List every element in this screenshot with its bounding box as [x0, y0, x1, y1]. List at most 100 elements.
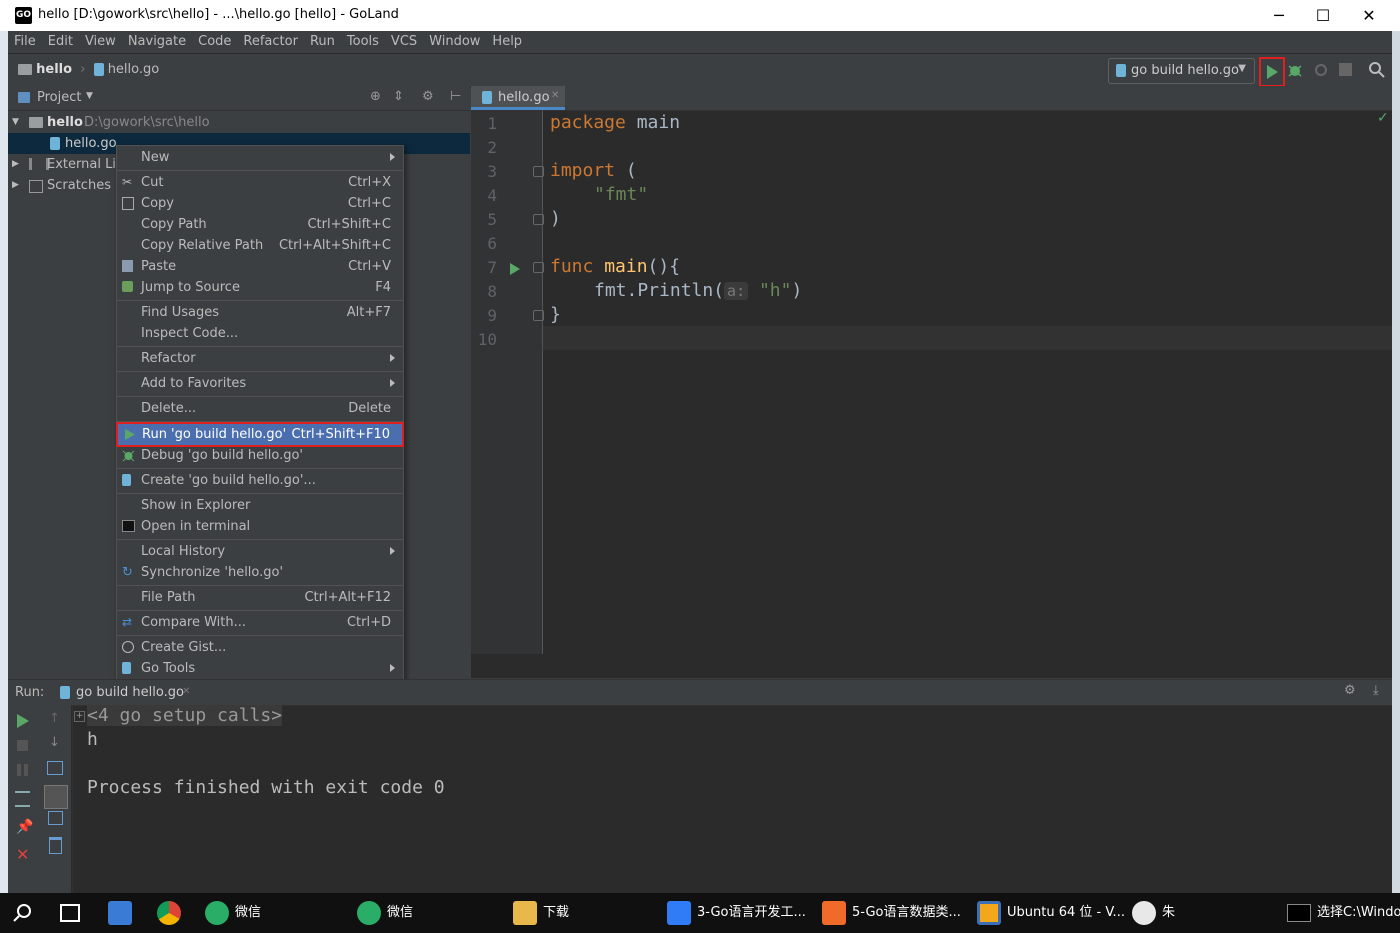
rerun-icon[interactable] — [15, 713, 31, 729]
taskbar-search[interactable] — [12, 893, 32, 933]
print-icon[interactable] — [48, 811, 63, 825]
trash-icon[interactable] — [49, 837, 62, 854]
desktop-right-edge — [1392, 31, 1400, 893]
hide-panel-icon[interactable]: ⊢ — [450, 89, 461, 104]
menu-edit[interactable]: Edit — [42, 31, 79, 53]
menu-item-copy-relative-path[interactable]: Copy Relative Path Ctrl+Alt+Shift+C — [117, 235, 403, 256]
minimize-button[interactable]: ─ — [1256, 0, 1302, 31]
menu-item-delete[interactable]: Delete... Delete — [117, 398, 403, 419]
menu-run[interactable]: Run — [304, 31, 341, 53]
run-gutter-icon[interactable] — [509, 262, 521, 276]
menu-item-copy-path[interactable]: Copy Path Ctrl+Shift+C — [117, 214, 403, 235]
locate-icon[interactable]: ⊕ — [370, 89, 381, 104]
menu-file[interactable]: File — [8, 31, 42, 53]
fold-icon[interactable] — [533, 166, 544, 177]
tree-root-hello[interactable]: ▼ hello D:\gowork\src\hello — [8, 112, 470, 133]
chevron-down-icon[interactable]: ▼ — [86, 91, 93, 101]
close-icon[interactable]: ✕ — [16, 845, 29, 864]
breadcrumb-project[interactable]: hello — [36, 62, 72, 77]
pause-icon[interactable] — [17, 764, 28, 776]
menu-item-paste[interactable]: Paste Ctrl+V — [117, 256, 403, 277]
run-icon — [125, 429, 135, 440]
run-tab[interactable]: go build hello.go ✕ — [54, 680, 200, 705]
menu-item-synchronize[interactable]: ↻ Synchronize 'hello.go' — [117, 562, 403, 583]
menu-item-label: Run 'go build hello.go' — [142, 427, 287, 442]
menu-item-find-usages[interactable]: Find Usages Alt+F7 — [117, 302, 403, 323]
fold-icon[interactable] — [533, 262, 544, 273]
close-icon[interactable]: ✕ — [182, 686, 190, 697]
code-token: "h" — [758, 280, 792, 301]
maximize-button[interactable]: ☐ — [1300, 0, 1346, 31]
taskbar-cmd[interactable]: 选择C:\Window — [1287, 893, 1400, 933]
debug-button[interactable] — [1287, 62, 1303, 78]
code-editor[interactable]: hello.go ✕ 1 2 3 4 5 6 7 8 9 10 package … — [471, 86, 1392, 678]
expand-icon[interactable]: + — [74, 711, 85, 722]
parameter-hint: a: — [724, 282, 749, 300]
scroll-to-end-icon[interactable] — [44, 785, 68, 809]
menu-item-copy[interactable]: Copy Ctrl+C — [117, 193, 403, 214]
taskbar-downloads[interactable]: 下载 — [513, 893, 569, 933]
taskbar-ppt-doc[interactable]: 5-Go语言数据类... — [822, 893, 961, 933]
menu-item-new[interactable]: New — [117, 147, 403, 168]
menu-view[interactable]: View — [79, 31, 122, 53]
chevron-down-icon[interactable]: ▼ — [12, 112, 19, 133]
fold-icon[interactable] — [533, 310, 544, 321]
menu-item-file-path[interactable]: File Path Ctrl+Alt+F12 — [117, 587, 403, 608]
menu-window[interactable]: Window — [423, 31, 486, 53]
taskbar-task-view[interactable] — [60, 893, 86, 933]
project-view-selector[interactable]: Project — [37, 90, 81, 105]
arrow-down-icon[interactable]: ↓ — [49, 735, 60, 750]
menu-item-inspect-code[interactable]: Inspect Code... — [117, 323, 403, 344]
menu-tools[interactable]: Tools — [341, 31, 385, 53]
gear-icon[interactable]: ⚙ — [422, 89, 434, 104]
taskbar-app-1[interactable] — [108, 893, 138, 933]
close-icon[interactable]: ✕ — [551, 90, 559, 101]
tab-hello-go[interactable]: hello.go ✕ — [471, 86, 565, 110]
collapse-all-icon[interactable]: ⇕ — [393, 89, 404, 104]
menu-code[interactable]: Code — [192, 31, 237, 53]
menu-item-jump-to-source[interactable]: Jump to Source F4 — [117, 277, 403, 298]
pin-icon[interactable]: 📌 — [16, 819, 33, 835]
menu-item-show-in-explorer[interactable]: Show in Explorer — [117, 495, 403, 516]
stop-icon[interactable] — [17, 740, 28, 751]
fold-icon[interactable] — [533, 214, 544, 225]
menu-item-debug-go-build[interactable]: Debug 'go build hello.go' — [117, 445, 403, 466]
chevron-right-icon[interactable]: ▶ — [12, 154, 19, 175]
menu-item-cut[interactable]: ✂ Cut Ctrl+X — [117, 172, 403, 193]
menu-item-add-to-favorites[interactable]: Add to Favorites — [117, 373, 403, 394]
menu-item-go-tools[interactable]: Go Tools — [117, 658, 403, 679]
taskbar-wps-doc[interactable]: 3-Go语言开发工... — [667, 893, 806, 933]
menu-vcs[interactable]: VCS — [385, 31, 423, 53]
taskbar-wechat-1[interactable]: 微信 — [205, 893, 261, 933]
coverage-button[interactable] — [1313, 62, 1329, 78]
taskbar-chrome[interactable] — [157, 893, 187, 933]
menu-item-open-in-terminal[interactable]: Open in terminal — [117, 516, 403, 537]
menu-navigate[interactable]: Navigate — [122, 31, 192, 53]
run-config-dropdown[interactable]: go build hello.go ▼ — [1108, 58, 1255, 84]
soft-wrap-icon[interactable] — [47, 761, 63, 775]
chevron-right-icon[interactable]: ▶ — [12, 175, 19, 196]
menu-help[interactable]: Help — [486, 31, 528, 53]
hide-panel-icon[interactable]: ⤓ — [1373, 683, 1379, 698]
breadcrumb-file[interactable]: hello.go — [108, 62, 160, 77]
menu-item-create-gist[interactable]: Create Gist... — [117, 637, 403, 658]
line-number: 6 — [487, 234, 497, 253]
search-everywhere-button[interactable] — [1368, 61, 1386, 79]
layout-icon[interactable] — [15, 791, 30, 807]
taskbar-user[interactable]: 朱 — [1132, 893, 1175, 933]
menu-item-run-go-build[interactable]: Run 'go build hello.go' Ctrl+Shift+F10 — [116, 422, 404, 447]
run-button[interactable] — [1259, 57, 1285, 87]
console-setup-calls[interactable]: <4 go setup calls> — [87, 705, 283, 726]
close-button[interactable]: ✕ — [1346, 0, 1392, 31]
menu-item-refactor[interactable]: Refactor — [117, 348, 403, 369]
run-panel-header: Run: go build hello.go ✕ ⚙ ⤓ — [8, 679, 1392, 706]
stop-button[interactable] — [1339, 63, 1352, 76]
menu-item-compare-with[interactable]: ⇄ Compare With... Ctrl+D — [117, 612, 403, 633]
arrow-up-icon[interactable]: ↑ — [49, 711, 60, 726]
menu-refactor[interactable]: Refactor — [237, 31, 304, 53]
gear-icon[interactable]: ⚙ — [1344, 683, 1356, 698]
menu-item-local-history[interactable]: Local History — [117, 541, 403, 562]
taskbar-wechat-2[interactable]: 微信 — [357, 893, 413, 933]
menu-item-create-go-build[interactable]: Create 'go build hello.go'... — [117, 470, 403, 491]
taskbar-vmware[interactable]: Ubuntu 64 位 - V... — [977, 893, 1125, 933]
